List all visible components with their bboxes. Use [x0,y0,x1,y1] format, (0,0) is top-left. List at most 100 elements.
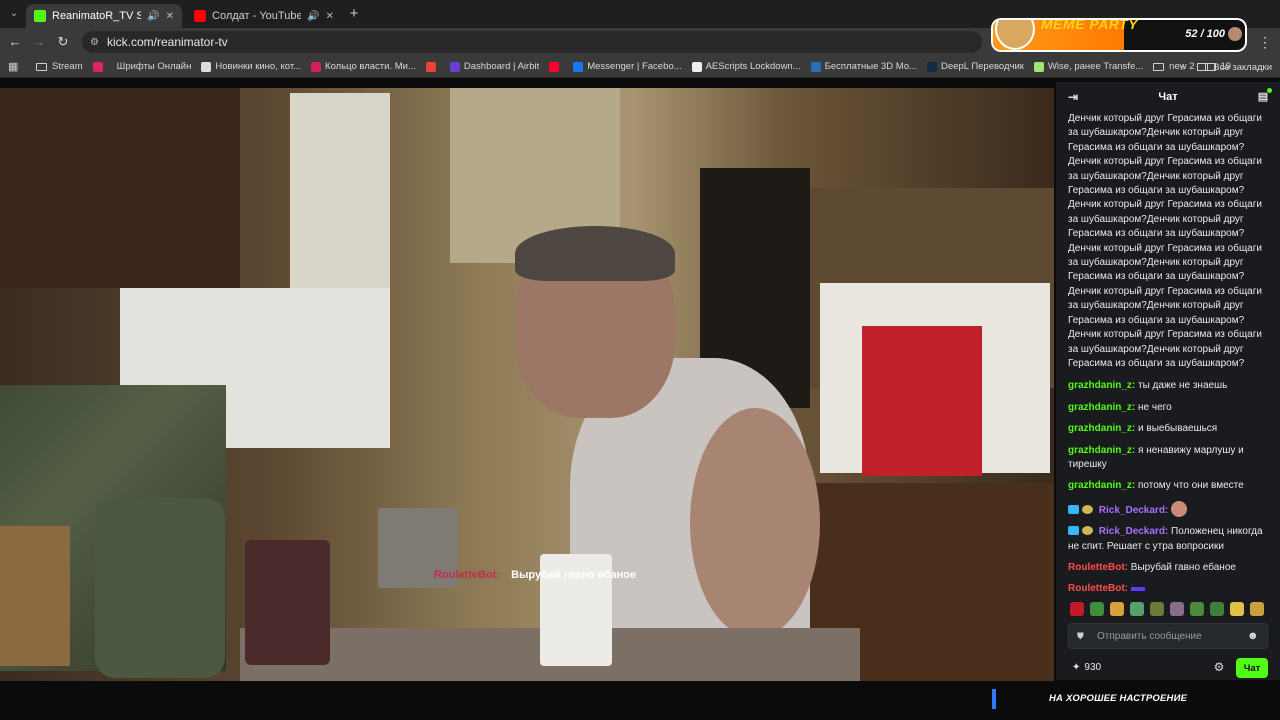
bookmark-item[interactable]: Бесплатные 3D Мо... [810,61,918,72]
chat-message-text: Вырубай гавно ебаное [1130,561,1236,573]
video-mug [245,540,330,665]
chat-panel: ⇥ Чат ▤ Денчик который друг Герасима из … [1056,82,1280,680]
bookmark-item[interactable]: Кольцо власти. Ми... [311,61,416,72]
bookmark-favicon-icon [573,61,584,72]
kick-favicon-icon [34,10,46,22]
bookmark-label: Бесплатные 3D Мо... [824,61,918,72]
channel-points[interactable]: ✦ 930 [1072,662,1101,673]
apps-grid-icon[interactable]: ▦ [8,60,22,73]
bookmark-item[interactable]: DeepL Переводчик [927,61,1024,72]
tab-close-icon[interactable]: ✕ [326,11,334,22]
points-icon: ✦ [1072,662,1081,673]
more-bookmarks-icon[interactable]: » [1180,62,1185,73]
bookmark-item[interactable] [425,61,440,72]
ticker-text: НА ХОРОШЕЕ НАСТРОЕНИЕ [1049,693,1188,704]
meme-party-widget: MEME PARTY 52 / 100 [991,18,1247,52]
chat-footer: ✦ 930 ⚙ Чат [1056,656,1280,680]
forward-icon[interactable]: → [30,33,48,51]
folder-icon [1153,62,1165,71]
bookmarks-bar: ▦ Stream Шрифты Онлайн Новинки кино, кот..… [0,56,1280,78]
emote-icon[interactable] [1250,602,1264,616]
bookmark-favicon-icon [810,61,821,72]
chat-header: ⇥ Чат ▤ [1056,82,1280,112]
emote-icon[interactable] [1170,602,1184,616]
speaker-icon[interactable]: 🔊 [147,11,159,22]
bookmark-label: Messenger | Facebo... [587,61,682,72]
emote-icon[interactable] [1210,602,1224,616]
chat-input[interactable] [1097,630,1247,642]
bookmark-label: DeepL Переводчик [941,61,1024,72]
bookmark-item[interactable]: AEScripts Lockdown... [691,61,801,72]
address-bar[interactable]: ⚙ kick.com/reanimator-tv [82,31,982,53]
new-tab-icon[interactable]: + [346,6,362,22]
shield-icon[interactable]: ⛊ [1077,631,1089,642]
chat-message: Rick_Deckard: Положенец никогда не спит.… [1068,525,1274,554]
tab-search-icon[interactable]: ⌄ [6,6,22,22]
chat-username[interactable]: RouletteBot: [1068,583,1128,594]
bookmark-favicon-icon [549,61,560,72]
chat-username[interactable]: grazhdanin_z: [1068,480,1135,491]
bookmark-item[interactable]: Messenger | Facebo... [573,61,682,72]
video-cabinet [0,88,240,288]
emote-icon[interactable] [1150,602,1164,616]
bookmark-favicon-icon [691,61,702,72]
chat-username[interactable]: grazhdanin_z: [1068,380,1135,391]
emote-icon [1130,587,1145,592]
bookmark-favicon-icon [425,61,436,72]
bookmark-label: Шрифты Онлайн [116,61,192,72]
emote-icon[interactable] [1110,602,1124,616]
video-pip-sofa [95,498,225,678]
browser-menu-icon[interactable]: ⋮ [1258,33,1272,51]
bookmark-item[interactable]: Новинки кино, кот... [201,61,301,72]
bookmark-favicon-icon [311,61,322,72]
emote-icon[interactable] [1090,602,1104,616]
bookmark-item[interactable]: Stream [36,61,83,72]
back-icon[interactable]: ← [6,33,24,51]
bookmark-item[interactable]: Wise, ранее Transfe... [1033,61,1143,72]
tab-close-icon[interactable]: ✕ [166,11,174,22]
emoji-icon[interactable]: ☻ [1247,630,1261,642]
chat-message: grazhdanin_z: не чего [1068,401,1274,415]
chat-username[interactable]: RouletteBot: [1068,562,1128,573]
all-bookmarks-label: Все закладки [1213,61,1272,73]
tab-kick-stream[interactable]: ReanimatoR_TV Stream - W 🔊 ✕ [26,4,182,28]
chat-message: Rick_Deckard: [1068,500,1274,518]
bookmark-item[interactable]: Dashboard | Airbit [449,61,539,72]
chat-message: RouletteBot: Вырубай гавно ебаное [1068,561,1274,575]
emote-icon[interactable] [1230,602,1244,616]
folder-icon [1197,63,1209,71]
video-player[interactable] [0,88,1054,681]
overlay-message: Вырубай гавно ебаное [511,569,637,581]
bookmark-favicon-icon [1033,61,1044,72]
chat-username[interactable]: grazhdanin_z: [1068,445,1135,456]
chat-username[interactable]: Rick_Deckard: [1099,505,1168,516]
all-bookmarks[interactable]: » Все закладки [1180,56,1272,78]
chat-username[interactable]: grazhdanin_z: [1068,402,1135,413]
send-chat-button[interactable]: Чат [1236,658,1268,678]
chat-message-text: Денчик который друг Герасима из общаги з… [1068,113,1262,369]
chat-message: grazhdanin_z: ты даже не знаешь [1068,379,1274,393]
reload-icon[interactable]: ↻ [54,33,72,51]
emote-icon[interactable] [1190,602,1204,616]
chat-username[interactable]: grazhdanin_z: [1068,423,1135,434]
site-info-icon[interactable]: ⚙ [90,37,99,48]
emote-icon[interactable] [1070,602,1084,616]
bookmark-favicon-icon [92,61,103,72]
bookmark-label: AEScripts Lockdown... [705,61,801,72]
gear-icon[interactable]: ⚙ [1212,660,1226,674]
bookmark-item[interactable]: Шрифты Онлайн [117,61,192,72]
meme-party-count: 52 / 100 [1185,28,1225,40]
chat-message: grazhdanin_z: я ненавижу марлушу и тиреш… [1068,444,1274,473]
collapse-chat-icon[interactable]: ⇥ [1068,90,1082,104]
folder-icon [36,62,47,71]
emote-icon[interactable] [1130,602,1144,616]
tab-youtube[interactable]: Солдат - YouTube 🔊 ✕ [186,4,342,28]
quick-emotes-bar [1070,602,1270,618]
bookmark-item[interactable] [92,61,107,72]
avatar [1228,27,1242,41]
chat-username[interactable]: Rick_Deckard: [1099,526,1168,537]
speaker-icon[interactable]: 🔊 [307,11,319,22]
stream-bottom-bar: НА ХОРОШЕЕ НАСТРОЕНИЕ [0,681,1280,720]
bookmark-item[interactable] [549,61,563,72]
users-icon[interactable]: ▤ [1256,88,1272,104]
